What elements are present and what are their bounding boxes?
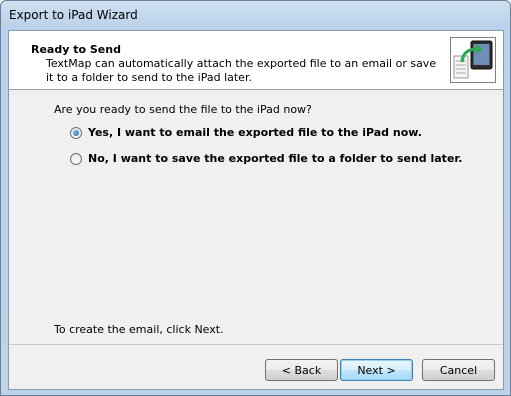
cancel-button[interactable]: Cancel xyxy=(422,359,495,381)
wizard-client-area: Ready to Send TextMap can automatically … xyxy=(8,30,504,390)
save-later-option[interactable]: No, I want to save the exported file to … xyxy=(70,152,462,165)
wizard-window: Export to iPad Wizard Ready to Send Text… xyxy=(0,0,511,396)
ipad-export-icon xyxy=(450,37,496,83)
title-bar[interactable]: Export to iPad Wizard xyxy=(1,1,510,30)
button-divider xyxy=(9,344,503,346)
email-now-label[interactable]: Yes, I want to email the exported file t… xyxy=(88,126,422,139)
wizard-header: Ready to Send TextMap can automatically … xyxy=(9,31,503,90)
save-later-label[interactable]: No, I want to save the exported file to … xyxy=(88,152,462,165)
page-title: Ready to Send xyxy=(31,43,121,56)
question-label: Are you ready to send the file to the iP… xyxy=(54,103,312,116)
email-now-option[interactable]: Yes, I want to email the exported file t… xyxy=(70,126,422,139)
instruction-note: To create the email, click Next. xyxy=(54,323,224,336)
email-now-radio[interactable] xyxy=(70,126,82,139)
next-button[interactable]: Next > xyxy=(340,359,413,381)
back-button[interactable]: < Back xyxy=(265,359,338,381)
save-later-radio[interactable] xyxy=(70,152,82,165)
window-title: Export to iPad Wizard xyxy=(9,8,138,22)
page-description: TextMap can automatically attach the exp… xyxy=(46,57,437,84)
